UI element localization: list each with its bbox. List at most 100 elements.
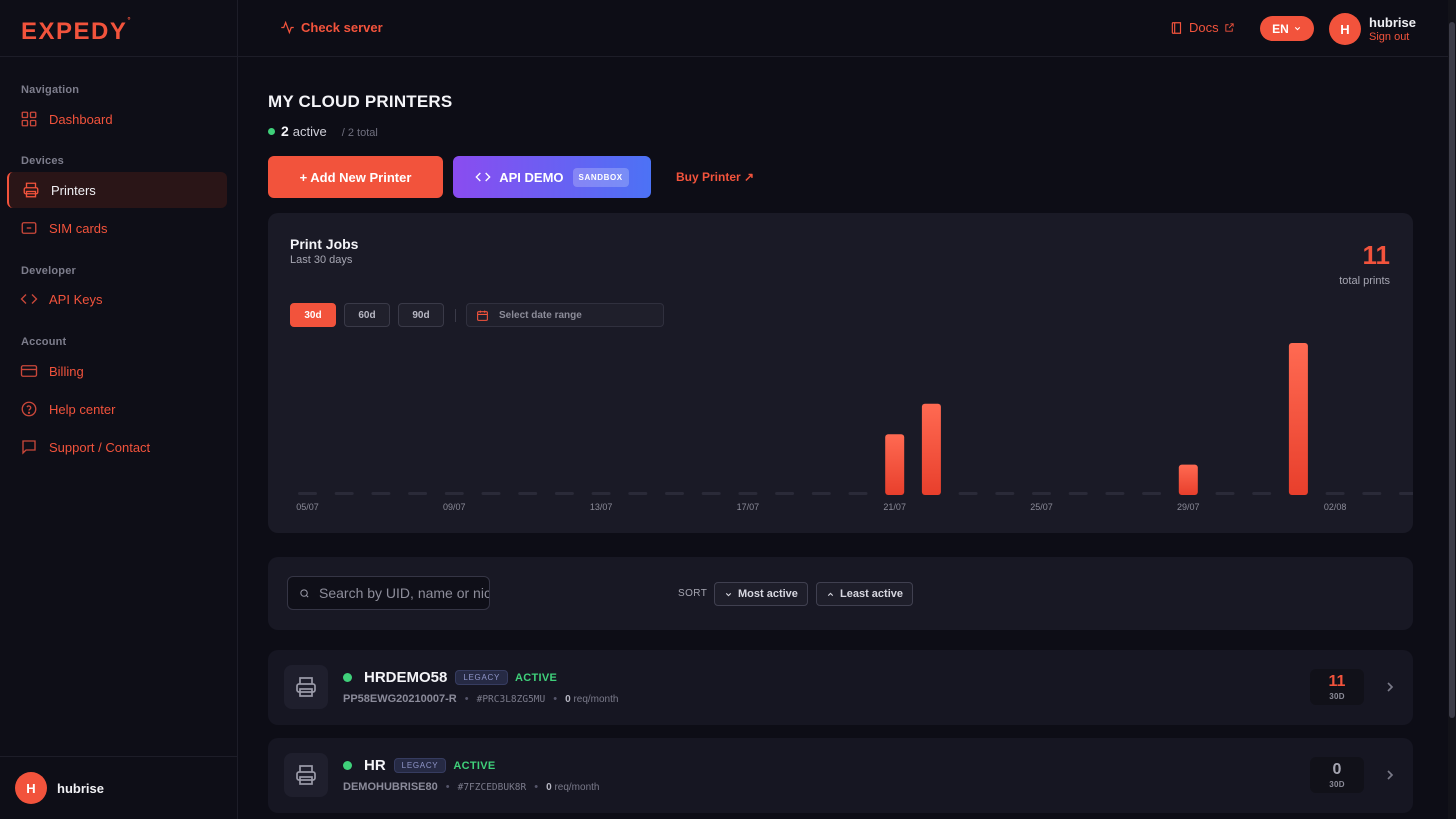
chart-bar-24/07[interactable] [995,492,1015,495]
check-server-button[interactable]: Check server [280,20,383,35]
printer-title-line: HR LEGACY ACTIVE [343,757,495,774]
chart-bar-26/07[interactable] [1068,492,1088,495]
avatar: H [15,772,47,804]
sort-least-label: Least active [840,588,903,600]
docs-link[interactable]: Docs [1170,20,1235,35]
chart-bar-20/07[interactable] [848,492,868,495]
chart-bar-11/07[interactable] [518,492,538,495]
chart-bar-30/07[interactable] [1215,492,1235,495]
status-badge: ACTIVE [515,671,558,684]
page-scrollbar[interactable] [1448,0,1456,819]
sidebar-user[interactable]: H hubrise [0,756,238,819]
search-box[interactable] [287,576,490,610]
buy-printer-link[interactable]: Buy Printer ↗ [676,170,754,184]
chart-bar-06/07[interactable] [334,492,354,495]
printer-uid: #7FZCEDBUK8R [457,781,527,793]
chart-bar-17/07[interactable] [738,492,758,495]
search-input[interactable] [319,585,489,601]
total-count: / 2 total [341,127,378,139]
chart-subtitle: Last 30 days [290,254,353,266]
sidebar-item-label: SIM cards [49,220,108,236]
chart-bar-02/08[interactable] [1325,492,1345,495]
printer-name: HR [364,757,386,774]
chart-bar-15/07[interactable] [665,492,684,495]
printer-requests: 0 req/month [565,694,618,705]
chart-bar-09/07[interactable] [444,492,464,495]
chart-bar-25/07[interactable] [1032,492,1051,495]
chevron-up-icon [827,592,834,596]
sidebar-item-support[interactable]: Support / Contact [7,429,227,465]
range-30d-button[interactable]: 30d [290,303,336,327]
chart-bar-23/07[interactable] [958,492,978,495]
search-icon [300,588,309,598]
header-avatar[interactable]: H [1329,13,1361,45]
chevron-right-icon[interactable] [1382,679,1398,695]
printer-row[interactable]: HR LEGACY ACTIVE DEMOHUBRISE80 • #7FZCED… [268,738,1413,813]
legacy-badge: LEGACY [393,758,447,773]
divider [455,309,456,322]
printer-row[interactable]: HRDEMO58 LEGACY ACTIVE PP58EWG20210007-R… [268,650,1413,725]
chart-bar-28/07[interactable] [1142,492,1162,495]
chart-bar-18/07[interactable] [775,492,795,495]
sidebar-item-printers[interactable]: Printers [7,172,227,208]
sign-out-link[interactable]: Sign out [1369,31,1416,43]
printer-serial: DEMOHUBRISE80 [343,781,438,793]
sort-least-active-button[interactable]: Least active [816,582,913,606]
sidebar-item-label: API Keys [49,291,103,307]
sort-most-active-button[interactable]: Most active [714,582,808,606]
x-tick-label: 17/07 [737,502,760,512]
printer-meta-line: PP58EWG20210007-R • #PRC3L8ZG5MU • 0 req… [343,693,618,705]
logo-mark: ° [127,16,133,25]
print-count-value: 11 [1328,672,1346,690]
chart-bar-08/07[interactable] [408,492,428,495]
chart-bar-12/07[interactable] [554,492,574,495]
chart-bar-03/08[interactable] [1362,492,1382,495]
chart-bar-01/08[interactable] [1288,343,1308,495]
date-range-placeholder: Select date range [499,309,582,321]
nav-section-account: Account [21,336,67,348]
chart-bar-05/07[interactable] [298,492,317,495]
add-printer-button[interactable]: + Add New Printer [268,156,443,198]
range-90d-button[interactable]: 90d [398,303,444,327]
print-count-30d: 11 30D [1310,669,1364,705]
printer-icon [284,665,328,709]
scrollbar-thumb[interactable] [1449,22,1455,718]
x-tick-label: 13/07 [590,502,613,512]
chart-bar-21/07[interactable] [885,434,905,495]
chart-bar-19/07[interactable] [811,492,831,495]
print-count-value: 0 [1332,760,1342,778]
chart-bar-22/07[interactable] [921,403,941,495]
active-label: active [292,124,327,139]
divider [0,56,238,57]
sidebar-item-sim-cards[interactable]: SIM cards [7,210,227,246]
chart-bar-31/07[interactable] [1252,492,1272,495]
chart-bar-07/07[interactable] [371,492,391,495]
sidebar-item-api-keys[interactable]: API Keys [7,281,227,317]
sort-label: SORT [678,588,708,599]
language-selector[interactable]: EN [1260,16,1314,41]
chart-bar-13/07[interactable] [591,492,611,495]
bullet-separator: • [534,781,539,793]
sidebar-item-billing[interactable]: Billing [7,353,227,389]
chart-bar-16/07[interactable] [701,492,721,495]
print-count-30d: 0 30D [1310,757,1364,793]
range-60d-button[interactable]: 60d [344,303,390,327]
chart-bar-10/07[interactable] [481,492,501,495]
total-prints-label: total prints [1339,275,1390,287]
chart-bar-27/07[interactable] [1105,492,1125,495]
chart-bar-04/08[interactable] [1399,492,1413,495]
sidebar-item-dashboard[interactable]: Dashboard [7,101,227,137]
sidebar-item-label: Billing [49,363,84,379]
sim-card-icon [21,222,37,234]
chevron-right-icon[interactable] [1382,767,1398,783]
chart-bar-14/07[interactable] [628,492,648,495]
logo-text: EXPEDY [21,18,128,45]
nav-section-devices: Devices [21,155,64,167]
sidebar-item-help-center[interactable]: Help center [7,391,227,427]
book-icon [1171,21,1182,34]
logo[interactable]: EXPEDY° [21,16,133,46]
api-demo-button[interactable]: API DEMO SANDBOX [453,156,651,198]
message-icon [22,440,36,455]
chart-bar-29/07[interactable] [1178,464,1198,495]
date-range-picker[interactable]: Select date range [466,303,664,327]
